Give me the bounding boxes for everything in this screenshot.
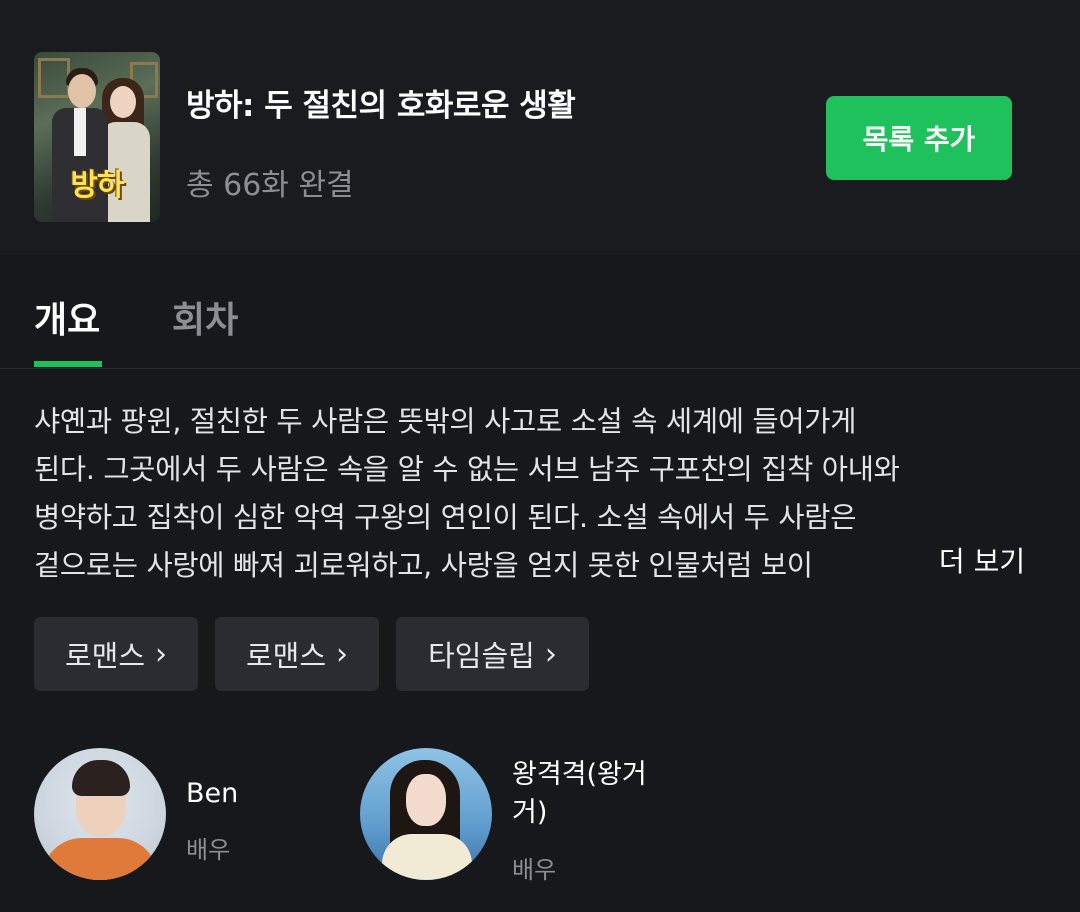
chevron-right-icon: ›	[544, 636, 557, 672]
poster-figure	[110, 86, 136, 118]
episode-count: 총 66화 완결	[186, 168, 354, 203]
tab-overview[interactable]: 개요	[34, 291, 100, 343]
poster-figure	[74, 108, 86, 156]
read-more-button[interactable]: 더 보기	[918, 536, 1046, 584]
tag-label: 타임슬립	[428, 639, 535, 673]
avatar-figure	[72, 760, 130, 796]
series-title: 방하: 두 절친의 호화로운 생활	[186, 88, 576, 124]
genre-tag-romance[interactable]: 로맨스 ›	[215, 617, 379, 691]
genre-tag-timeslip[interactable]: 타임슬립 ›	[396, 617, 589, 691]
chevron-right-icon: ›	[336, 636, 349, 672]
tag-label: 로맨스	[64, 639, 146, 673]
tag-label: 로맨스	[245, 639, 327, 673]
cast-name[interactable]: Ben	[186, 775, 238, 813]
avatar-figure	[42, 838, 158, 880]
series-poster[interactable]: 방하	[34, 52, 160, 222]
poster-figure	[68, 74, 96, 108]
synopsis: 샤옌과 팡윈, 절친한 두 사람은 뜻밖의 사고로 소설 속 세계에 들어가게 …	[34, 398, 1044, 590]
tab-bar: 개요 회차	[0, 255, 1080, 369]
poster-title-text: 방하	[70, 168, 124, 203]
synopsis-line: 겉으로는 사랑에 빠져 괴로워하고, 사랑을 얻지 못한 인물처럼 보이	[34, 542, 914, 590]
chevron-right-icon: ›	[155, 636, 168, 672]
add-to-list-button[interactable]: 목록 추가	[826, 96, 1012, 180]
avatar-figure	[382, 834, 472, 880]
cast-avatar[interactable]	[34, 748, 166, 880]
cast-name[interactable]: 왕격격(왕거거)	[512, 756, 662, 832]
poster-frame-decoration	[38, 58, 70, 98]
cast-avatar[interactable]	[360, 748, 492, 880]
synopsis-line: 병약하고 집착이 심한 악역 구왕의 연인이 된다. 소설 속에서 두 사람은	[34, 501, 857, 534]
avatar-figure	[406, 774, 446, 826]
synopsis-line: 샤옌과 팡윈, 절친한 두 사람은 뜻밖의 사고로 소설 속 세계에 들어가게	[34, 405, 857, 438]
series-header: 방하 방하: 두 절친의 호화로운 생활 총 66화 완결 목록 추가	[0, 0, 1080, 255]
genre-tag-romance[interactable]: 로맨스 ›	[34, 617, 198, 691]
synopsis-line: 된다. 그곳에서 두 사람은 속을 알 수 없는 서브 남주 구포찬의 집착 아…	[34, 453, 900, 486]
tab-divider	[0, 368, 1080, 369]
active-tab-indicator	[34, 361, 102, 367]
tab-episodes[interactable]: 회차	[172, 291, 238, 343]
cast-role: 배우	[186, 836, 231, 864]
cast-role: 배우	[512, 856, 557, 884]
